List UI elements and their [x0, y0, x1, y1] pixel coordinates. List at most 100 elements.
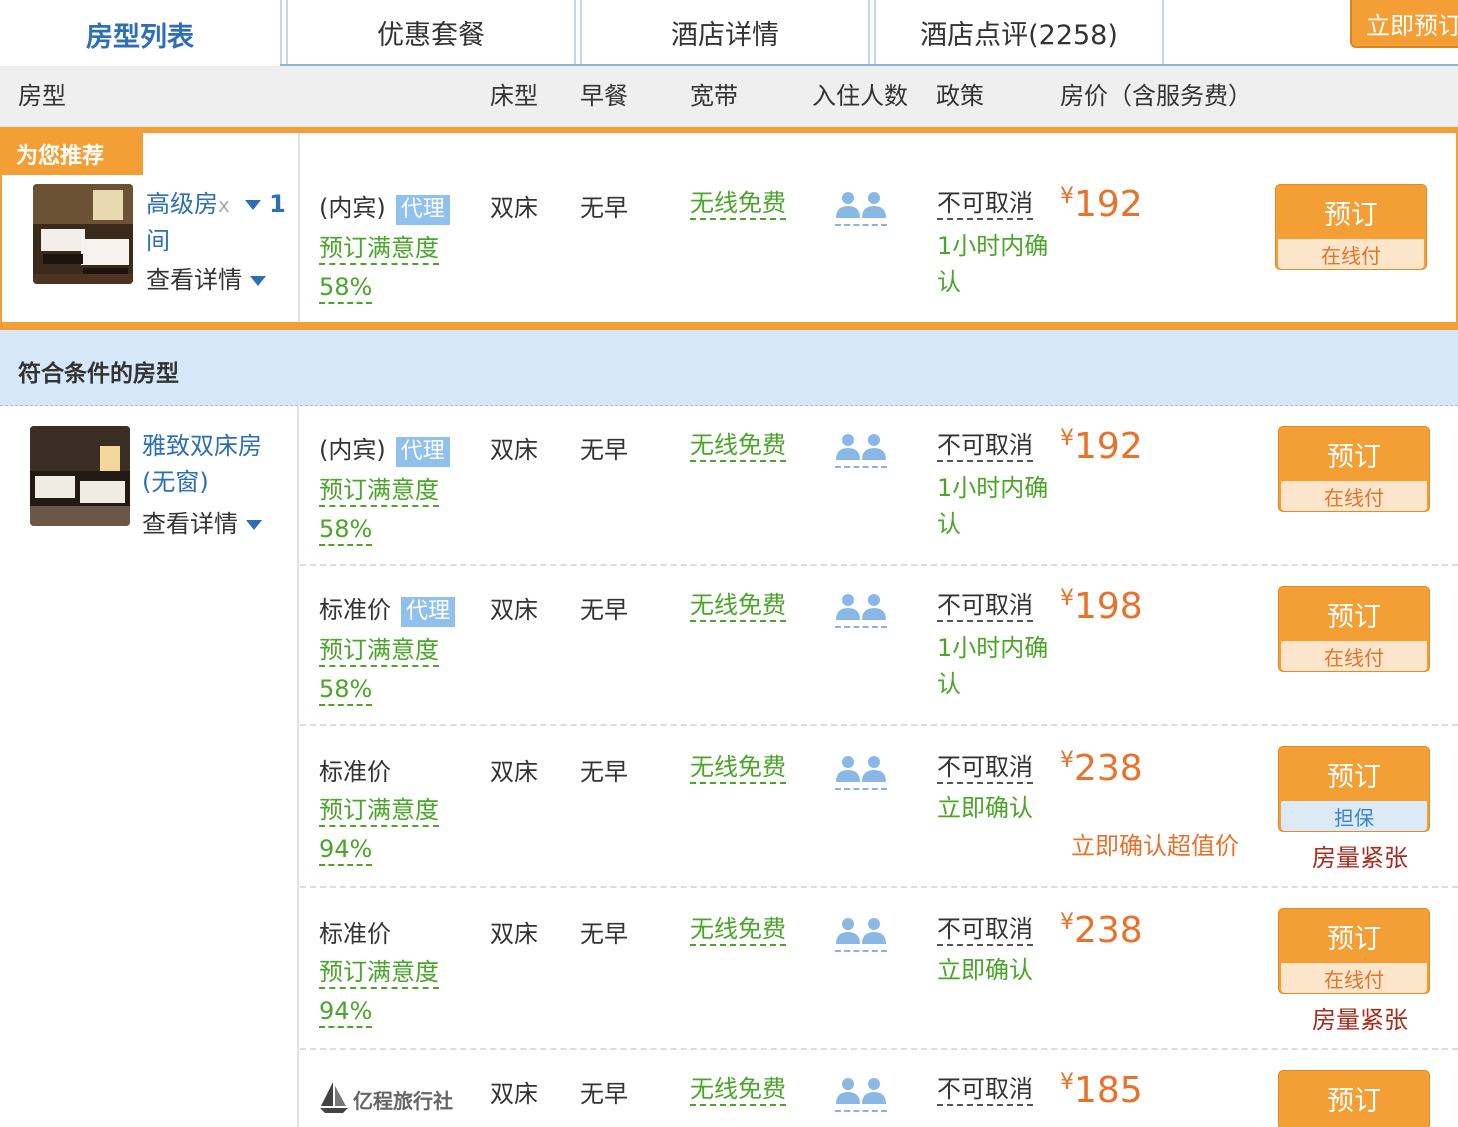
wifi[interactable]: 无线免费 — [690, 590, 786, 622]
price: ¥192 — [1060, 426, 1143, 467]
view-details-label[interactable]: 查看详情 — [142, 510, 238, 538]
agency-logo: 亿程旅行社 — [319, 1080, 453, 1119]
header-breakfast: 早餐 — [580, 82, 628, 110]
tab-separator — [574, 0, 582, 64]
room-name-label[interactable]: 高级房 — [146, 190, 218, 218]
room-thumbnail[interactable] — [30, 426, 130, 526]
agent-tag: 代理 — [395, 437, 450, 467]
price-amount: 198 — [1074, 586, 1143, 627]
book-label[interactable]: 预订 — [1279, 747, 1429, 801]
satisfaction-value[interactable]: 58% — [319, 272, 373, 304]
breakfast: 无早 — [580, 194, 628, 222]
wifi[interactable]: 无线免费 — [690, 752, 786, 784]
price-amount: 192 — [1074, 426, 1143, 467]
wifi[interactable]: 无线免费 — [690, 914, 786, 946]
satisfaction-value[interactable]: 58% — [319, 514, 373, 546]
cancel-policy[interactable]: 不可取消 — [937, 590, 1033, 622]
view-details-label[interactable]: 查看详情 — [146, 266, 242, 294]
remove-icon[interactable]: x — [218, 193, 230, 217]
cancel-policy[interactable]: 不可取消 — [937, 188, 1033, 220]
satisfaction-label[interactable]: 预订满意度 — [319, 957, 439, 989]
price: ¥238 — [1060, 748, 1143, 789]
room-quantity-unit: 间 — [146, 227, 170, 255]
book-label[interactable]: 预订 — [1279, 427, 1429, 481]
price-amount: 238 — [1074, 748, 1143, 789]
rate-plan-label: 标准价 — [319, 596, 391, 624]
book-button[interactable]: 预订 在线付 — [1275, 184, 1427, 270]
tab-room-list[interactable]: 房型列表 — [0, 0, 280, 68]
price-amount: 238 — [1074, 910, 1143, 951]
bed-type: 双床 — [490, 436, 538, 464]
two-people-icon[interactable] — [835, 1076, 887, 1112]
agency-name: 亿程旅行社 — [353, 1089, 453, 1113]
pay-online-label[interactable]: 在线付 — [1281, 481, 1427, 511]
confirm-time: 立即确认 — [937, 794, 1033, 822]
header-price: 房价（含服务费） — [1060, 82, 1252, 110]
satisfaction-label[interactable]: 预订满意度 — [319, 795, 439, 827]
view-details-link[interactable]: 查看详情 — [142, 504, 262, 539]
scarce-badge: 房量紧张 — [1312, 1006, 1408, 1034]
satisfaction-label[interactable]: 预订满意度 — [319, 233, 439, 265]
tab-hotel-details[interactable]: 酒店详情 — [582, 0, 868, 64]
triangle-down-icon[interactable] — [246, 520, 262, 530]
satisfaction-value[interactable]: 94% — [319, 834, 373, 866]
room-name[interactable]: 雅致双床房(无窗) — [142, 428, 282, 500]
wifi[interactable]: 无线免费 — [690, 430, 786, 462]
agent-tag: 代理 — [395, 195, 450, 225]
two-people-icon[interactable] — [835, 592, 887, 628]
guarantee-label[interactable]: 担保 — [1281, 801, 1427, 831]
satisfaction-label[interactable]: 预订满意度 — [319, 635, 439, 667]
divider — [297, 406, 299, 1127]
header-policy: 政策 — [936, 82, 984, 110]
cancel-policy[interactable]: 不可取消 — [937, 430, 1033, 462]
price-amount: 192 — [1074, 184, 1143, 225]
currency: ¥ — [1060, 184, 1074, 209]
book-label[interactable]: 预订 — [1276, 185, 1426, 239]
book-label[interactable]: 预订 — [1279, 587, 1429, 641]
book-button[interactable]: 预订 在线付 — [1278, 908, 1430, 994]
book-label[interactable]: 预订 — [1279, 1071, 1429, 1125]
cancel-policy[interactable]: 不可取消 — [937, 914, 1033, 946]
wifi[interactable]: 无线免费 — [690, 188, 786, 220]
triangle-down-icon[interactable] — [250, 276, 266, 286]
row-divider — [300, 564, 1458, 566]
header-bed: 床型 — [490, 82, 538, 110]
book-button[interactable]: 预订 在线付 — [1278, 426, 1430, 512]
tab-packages[interactable]: 优惠套餐 — [288, 0, 574, 64]
cancel-policy[interactable]: 不可取消 — [937, 752, 1033, 784]
satisfaction-value[interactable]: 58% — [319, 674, 373, 706]
book-button[interactable]: 预订 担保 — [1278, 746, 1430, 832]
room-quantity[interactable]: 1 — [269, 190, 286, 218]
price: ¥198 — [1060, 586, 1143, 627]
book-button[interactable]: 预订 在线付 — [1278, 586, 1430, 672]
two-people-icon[interactable] — [835, 754, 887, 790]
pay-online-label[interactable]: 在线付 — [1281, 963, 1427, 993]
price: ¥238 — [1060, 910, 1143, 951]
book-now-button[interactable]: 立即预订 — [1350, 0, 1458, 48]
tab-reviews[interactable]: 酒店点评(2258) — [876, 0, 1162, 64]
two-people-icon[interactable] — [835, 190, 887, 226]
wifi[interactable]: 无线免费 — [690, 1074, 786, 1106]
book-button[interactable]: 预订 — [1278, 1070, 1430, 1127]
recommended-badge: 为您推荐 — [0, 133, 143, 175]
room-name[interactable]: 高级房x 1 间 — [146, 186, 286, 259]
confirm-time: 1小时内确认 — [937, 232, 1049, 296]
price: ¥192 — [1060, 184, 1143, 225]
two-people-icon[interactable] — [835, 916, 887, 952]
triangle-down-icon[interactable] — [245, 200, 262, 210]
cancel-policy[interactable]: 不可取消 — [937, 1074, 1033, 1106]
rate-plan: 标准价 — [319, 920, 391, 948]
breakfast: 无早 — [580, 436, 628, 464]
pay-online-label[interactable]: 在线付 — [1278, 239, 1424, 269]
view-details-link[interactable]: 查看详情 — [146, 260, 266, 295]
room-thumbnail[interactable] — [33, 184, 133, 284]
satisfaction-label[interactable]: 预订满意度 — [319, 475, 439, 507]
book-label[interactable]: 预订 — [1279, 909, 1429, 963]
agent-tag: 代理 — [401, 597, 456, 627]
bed-type: 双床 — [490, 1080, 538, 1108]
header-broadband: 宽带 — [690, 82, 738, 110]
pay-online-label[interactable]: 在线付 — [1281, 641, 1427, 671]
confirm-time: 1小时内确认 — [937, 634, 1049, 698]
two-people-icon[interactable] — [835, 432, 887, 468]
satisfaction-value[interactable]: 94% — [319, 996, 373, 1028]
